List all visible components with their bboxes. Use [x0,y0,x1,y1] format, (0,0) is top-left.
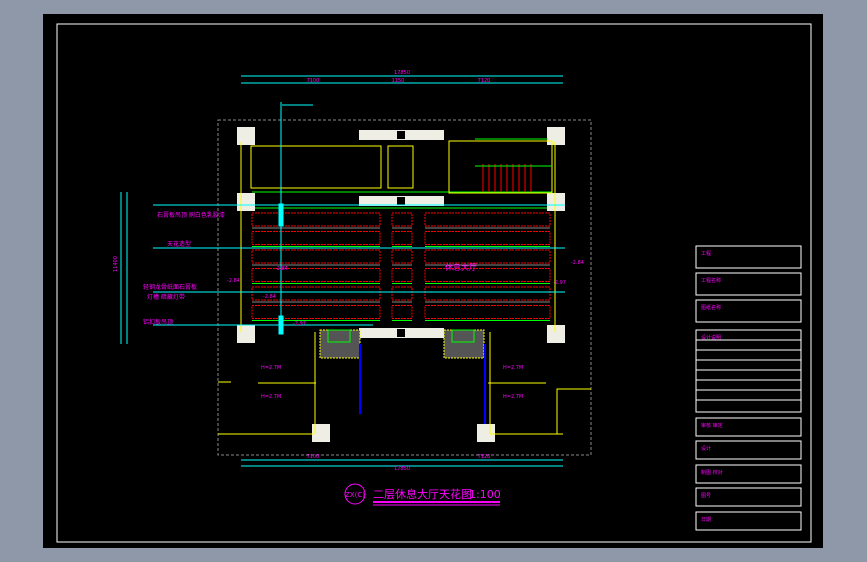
ceiling-beam [391,249,413,264]
axis-lines [120,75,565,467]
dim-top-seg: 7100 [307,78,320,84]
ceiling-beam [424,231,551,245]
ceiling-beam [391,212,413,227]
callout: 铝扣板吊顶 [143,318,173,326]
column [477,424,495,442]
room-note: H=2.7M [261,365,281,371]
title-block-label: 日期 [701,517,711,523]
title-block-cell [695,299,802,323]
elev-label: -2.84 [571,260,584,266]
dim-bottom-seg: 7100 [307,454,320,460]
elev-label: -2.84 [227,278,240,284]
ceiling-beam [251,212,381,227]
callout: 天花造型 [167,240,191,248]
ceiling-beam [424,305,551,319]
elev-label: -2.84 [263,294,276,300]
ceiling-beam [391,305,413,319]
callout: 灯槽 暗藏灯带 [147,293,185,301]
ceiling-beam [251,249,381,264]
title-block-label: 制图 校对 [701,469,723,476]
elev-label: -2.84 [275,266,288,272]
wall-opening [397,329,405,337]
title-block-cell [695,487,802,507]
ceiling-beam [391,286,413,301]
shafts [319,329,486,424]
column [547,193,565,211]
title-tag: ZX(C) [345,491,365,499]
column [237,127,255,145]
ceiling-beam [251,231,381,245]
drawing-title: 二层休息大厅天花图 [373,487,472,501]
room-label: 休息大厅 [445,262,477,272]
ceiling-beam [424,249,551,264]
title-block-cell [695,511,802,531]
cad-viewport[interactable]: 17850 7100 1150 7120 17850 7100 7120 114… [43,14,823,548]
column [547,325,565,343]
room-note: H=2.7M [261,394,281,400]
wall-opening [397,131,405,139]
wall-opening [397,197,405,205]
callout: 石膏板吊顶 刷白色乳胶漆 [157,211,225,219]
room-note: H=2.7M [503,365,523,371]
dim-top-seg: 1150 [392,78,405,84]
column [237,325,255,343]
dim-bottom-seg: 7120 [478,454,491,460]
column [237,193,255,211]
room-note: H=2.7M [503,394,523,400]
ceiling-beam [424,212,551,227]
title-block: 工程工程名称图纸名称设计说明审核 审定设计制图 校对图号日期 [695,245,802,531]
ceiling-beam [424,268,551,282]
title-block-label: 工程名称 [701,277,721,284]
title-block-label: 设计 [701,445,711,452]
dim-left-total: 11400 [113,256,119,272]
title-block-label: 工程 [701,250,711,257]
callout: 轻钢龙骨纸面石膏板 [143,283,197,291]
dim-top-seg: 7120 [478,78,491,84]
title-block-label: 图号 [701,493,711,499]
title-block-label: 图纸名称 [701,304,721,311]
dim-bottom-total: 17850 [394,466,410,472]
ceiling-beam [251,268,381,282]
title-block-cell [695,245,802,269]
title-block-label: 审核 审定 [701,422,723,429]
beam-grid [251,191,552,321]
ceiling-plan-drawing: 17850 7100 1150 7120 17850 7100 7120 114… [56,23,812,543]
ceiling-beam [391,268,413,282]
drawing-scale: 1:100 [469,488,501,501]
title-block-cell [695,440,802,460]
elev-label: -2.97 [293,321,306,327]
elev-label: -2.97 [553,280,566,286]
dim-top-total: 17850 [394,70,410,76]
ceiling-beam [424,286,551,301]
title-block-cell [695,272,802,296]
stair [448,138,553,194]
column [547,127,565,145]
ceiling-beam [391,231,413,245]
ceiling-beam [251,305,381,319]
walls [218,142,591,435]
